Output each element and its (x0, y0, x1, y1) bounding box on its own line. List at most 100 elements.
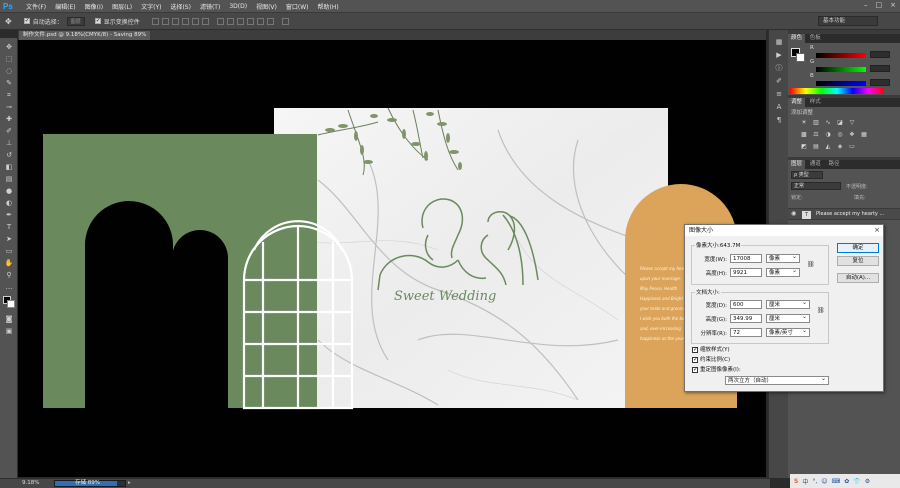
menu-filter[interactable]: 滤镜(T) (200, 2, 220, 11)
distribute-hcenter-icon[interactable] (256, 17, 264, 25)
selective-color-icon[interactable]: ◈ (836, 143, 844, 150)
vibrance-icon[interactable]: ▽ (848, 119, 856, 126)
auto-button[interactable]: 自动(A)... (837, 273, 879, 283)
ime-s-icon[interactable]: S (794, 478, 798, 485)
tab-paths[interactable]: 路径 (826, 160, 843, 169)
menu-image[interactable]: 图像(I) (85, 2, 103, 11)
tab-channels[interactable]: 通道 (807, 160, 824, 169)
maximize-button[interactable]: □ (876, 1, 883, 9)
ime-chinese-icon[interactable]: 中 (802, 477, 808, 486)
distribute-bottom-icon[interactable] (236, 17, 244, 25)
distribute-left-icon[interactable] (246, 17, 254, 25)
clone-stamp-icon[interactable]: ⊥ (3, 138, 15, 149)
auto-select-target-dropdown[interactable]: 图层 (66, 16, 85, 26)
shirt-icon[interactable]: 👕 (853, 478, 860, 485)
minimize-button[interactable]: – (864, 1, 868, 9)
type-tool-icon[interactable]: T (3, 222, 15, 233)
menu-3d[interactable]: 3D(D) (229, 3, 247, 10)
auto-align-icon[interactable] (281, 17, 289, 25)
align-vcenter-icon[interactable] (161, 17, 169, 25)
align-hcenter-icon[interactable] (191, 17, 199, 25)
menu-window[interactable]: 窗口(W) (286, 2, 309, 11)
show-transform-checkbox[interactable] (94, 17, 101, 24)
tab-styles[interactable]: 样式 (807, 98, 824, 107)
marquee-tool-icon[interactable]: ⬚ (3, 54, 15, 65)
gradient-map-icon[interactable]: ▭ (848, 143, 856, 150)
posterize-icon[interactable]: ▤ (812, 143, 820, 150)
menu-edit[interactable]: 编辑(E) (55, 2, 75, 11)
zoom-level[interactable]: 9.18% (22, 479, 39, 488)
document-canvas[interactable]: Sweet Wedding Please accept my hear upon… (18, 40, 766, 477)
keyboard-icon[interactable]: ⌨ (832, 478, 841, 485)
tab-layers[interactable]: 图层 (788, 160, 806, 169)
visibility-eye-icon[interactable]: ◉ (791, 210, 796, 217)
eyedropper-tool-icon[interactable]: ⊸ (3, 102, 15, 113)
resolution-input[interactable]: 72 (730, 328, 762, 337)
properties-panel-icon[interactable]: ≡ (774, 90, 784, 99)
background-color-swatch[interactable] (7, 300, 15, 308)
blue-value-field[interactable] (870, 79, 890, 86)
color-balance-icon[interactable]: ⚖ (812, 131, 820, 138)
reset-button[interactable]: 复位 (837, 256, 879, 266)
settings-icon[interactable]: ⚙ (865, 478, 870, 485)
history-panel-icon[interactable]: ▦ (774, 38, 784, 47)
actions-panel-icon[interactable]: ▶ (774, 51, 784, 60)
scale-styles-checkbox[interactable]: 缩放样式(Y) (692, 345, 730, 353)
crop-tool-icon[interactable]: ⌗ (3, 90, 15, 101)
brightness-icon[interactable]: ☀ (800, 119, 808, 126)
exposure-icon[interactable]: ◪ (836, 119, 844, 126)
doc-width-unit-dropdown[interactable]: 厘米 (766, 299, 810, 309)
align-right-icon[interactable] (201, 17, 209, 25)
color-lookup-icon[interactable]: ▦ (860, 131, 868, 138)
screen-mode-icon[interactable]: ▣ (3, 326, 15, 337)
dialog-close-button[interactable]: × (874, 225, 880, 236)
width-pixels-input[interactable]: 17008 (730, 254, 762, 263)
gradient-tool-icon[interactable]: ▤ (3, 174, 15, 185)
levels-icon[interactable]: ▥ (812, 119, 820, 126)
distribute-right-icon[interactable] (266, 17, 274, 25)
zoom-tool-icon[interactable]: ⚲ (3, 270, 15, 281)
history-brush-icon[interactable]: ↺ (3, 150, 15, 161)
brush-tool-icon[interactable]: ✐ (3, 126, 15, 137)
layer-row[interactable]: ◉ T Please accept my hearty ... (788, 208, 900, 220)
quick-select-tool-icon[interactable]: ✎ (3, 78, 15, 89)
red-slider[interactable] (816, 53, 866, 58)
hue-saturation-icon[interactable]: ▩ (800, 131, 808, 138)
doc-height-input[interactable]: 349.99 (730, 314, 762, 323)
emoji-icon[interactable]: ☺ (821, 478, 827, 485)
red-value-field[interactable] (870, 51, 890, 58)
dodge-tool-icon[interactable]: ◐ (3, 198, 15, 209)
auto-select-checkbox[interactable] (23, 17, 30, 24)
workspace-dropdown[interactable]: 基本功能 (818, 16, 878, 26)
shape-tool-icon[interactable]: ▭ (3, 246, 15, 257)
move-tool-icon[interactable]: ✥ (3, 42, 15, 53)
black-white-icon[interactable]: ◑ (824, 131, 832, 138)
menu-help[interactable]: 帮助(H) (318, 2, 339, 11)
blur-tool-icon[interactable]: ● (3, 186, 15, 197)
color-spectrum-bar[interactable] (790, 88, 884, 94)
menu-layer[interactable]: 图层(L) (112, 2, 132, 11)
threshold-icon[interactable]: ◭ (824, 143, 832, 150)
hand-tool-icon[interactable]: ✋ (3, 258, 15, 269)
channel-mixer-icon[interactable]: ❖ (848, 131, 856, 138)
lasso-tool-icon[interactable]: ◌ (3, 66, 15, 77)
more-tools-icon[interactable]: … (3, 282, 15, 293)
blue-slider[interactable] (816, 81, 866, 86)
punctuation-icon[interactable]: °, (812, 478, 817, 485)
pen-tool-icon[interactable]: ✒ (3, 210, 15, 221)
resolution-unit-dropdown[interactable]: 像素/英寸 (766, 327, 810, 337)
ok-button[interactable]: 确定 (837, 243, 879, 253)
doc-height-unit-dropdown[interactable]: 厘米 (766, 313, 810, 323)
green-value-field[interactable] (870, 65, 890, 72)
info-panel-icon[interactable]: ⓘ (774, 64, 784, 73)
constrain-proportions-checkbox[interactable]: 约束比例(C) (692, 355, 730, 363)
green-slider[interactable] (816, 67, 866, 72)
tab-color[interactable]: 颜色 (788, 34, 806, 43)
blend-mode-dropdown[interactable]: 正常 (791, 182, 841, 190)
tab-swatches[interactable]: 色板 (807, 34, 824, 43)
quick-mask-icon[interactable]: ◙ (3, 314, 15, 325)
height-pixels-input[interactable]: 9921 (730, 268, 762, 277)
resample-checkbox[interactable]: 重定图像像素(I): (692, 365, 741, 373)
brush-panel-icon[interactable]: ✐ (774, 77, 784, 86)
move-tool-icon[interactable]: ✥ (5, 17, 12, 26)
